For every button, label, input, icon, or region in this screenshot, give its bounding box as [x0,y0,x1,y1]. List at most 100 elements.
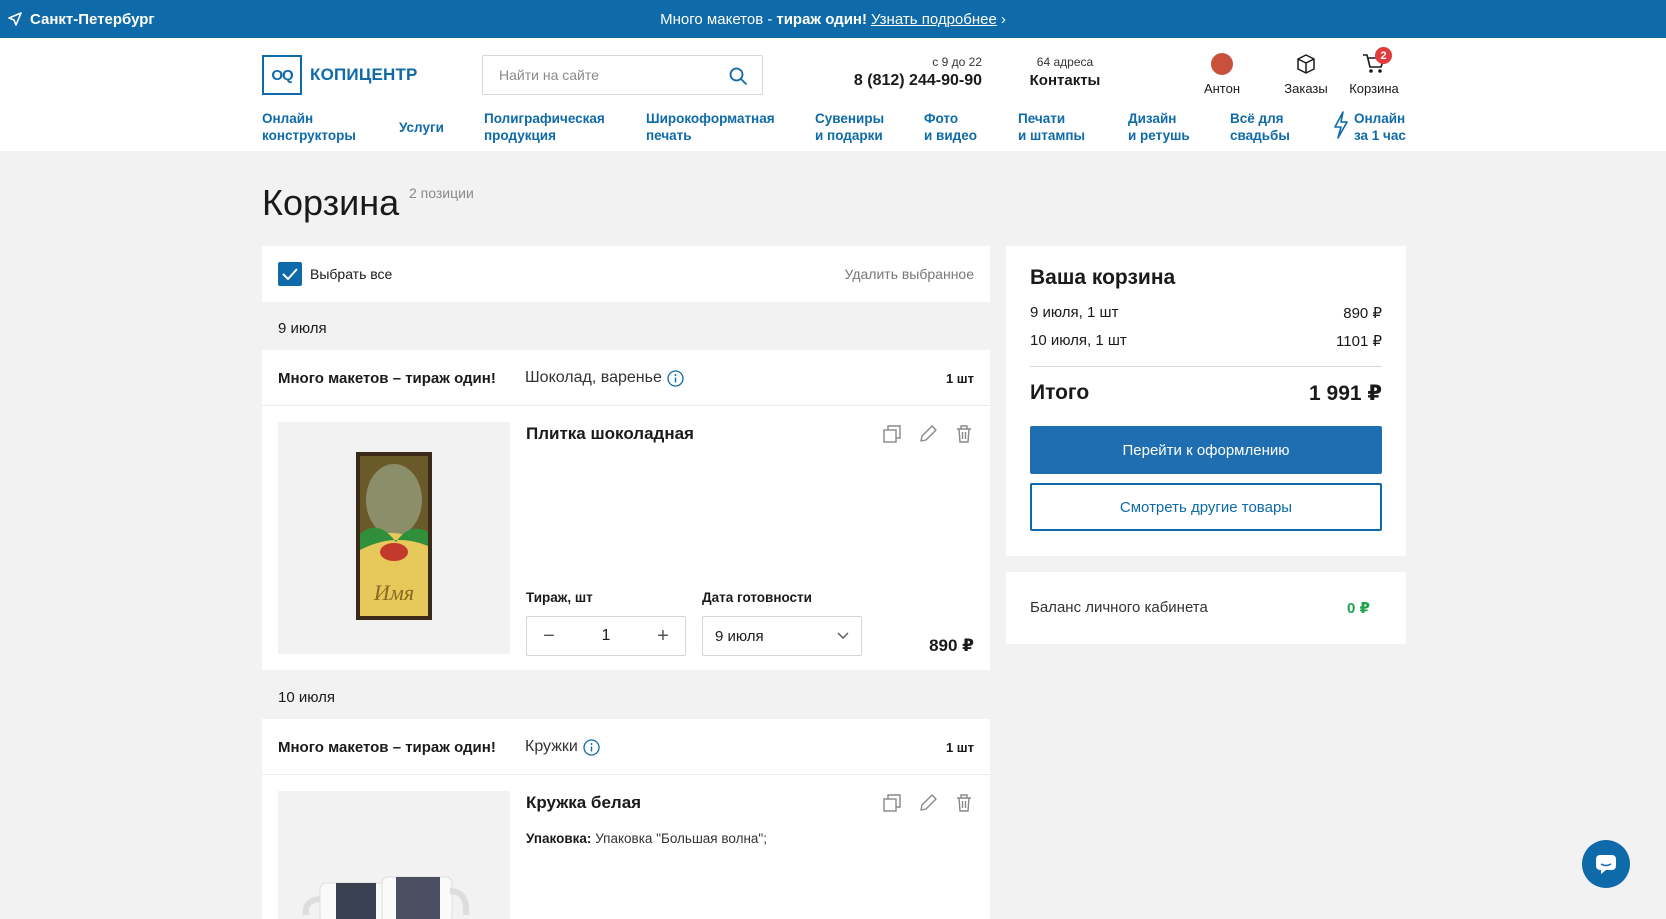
product-group-header: Много макетов – тираж один! Кружки 1 шт [262,719,990,775]
item-actions [882,793,974,813]
ready-date-value: 9 июля [715,627,764,645]
edit-icon[interactable] [918,793,938,813]
select-all-label[interactable]: Выбрать все [310,266,392,282]
product-name[interactable]: Плитка шоколадная [526,424,694,444]
group-quantity: 1 шт [945,740,974,755]
group-quantity: 1 шт [945,371,974,386]
copy-icon[interactable] [882,424,902,444]
checkout-button[interactable]: Перейти к оформлению [1030,426,1382,474]
nav-item-online-1h[interactable]: Онлайн за 1 час [1332,110,1406,144]
promo-text: Много макетов - [660,10,773,28]
nav-item-souvenirs[interactable]: Сувениры и подарки [815,110,884,144]
category-name: Кружки [525,738,578,755]
browse-products-button[interactable]: Смотреть другие товары [1030,483,1382,531]
packaging-label: Упаковка: [526,831,592,846]
nav-item-design[interactable]: Дизайн и ретушь [1128,110,1190,144]
item-actions [882,424,974,444]
nav-item-photo-video[interactable]: Фото и видео [924,110,977,144]
search-input[interactable] [499,56,729,94]
product-name[interactable]: Кружка белая [526,793,641,813]
nav-item-online-constructors[interactable]: Онлайн конструкторы [262,110,356,144]
select-all-bar: Выбрать все Удалить выбранное [262,246,990,302]
cart-link[interactable]: 2 Корзина [1344,47,1404,96]
items-count: 2 позиции [409,185,474,201]
summary-row-value: 890 ₽ [1343,305,1382,322]
box-icon [1297,54,1315,74]
promo-link[interactable]: Узнать подробнее [871,11,997,28]
chevron-right-icon: › [1000,10,1006,28]
summary-title: Ваша корзина [1030,266,1176,289]
promo-bold: тираж один! [776,10,867,28]
account-balance: Баланс личного кабинета 0 ₽ [1006,572,1406,644]
group-date: 10 июля [278,689,336,706]
addresses-count: 64 адреса [1036,55,1094,69]
product-thumbnail[interactable]: Имя [278,422,510,654]
top-banner: Санкт-Петербург Много макетов - тираж од… [0,0,1666,38]
trash-icon[interactable] [954,424,974,444]
edit-icon[interactable] [918,424,938,444]
plus-icon[interactable]: + [653,625,673,648]
logo-text: КОПИЦЕНТР [310,65,418,84]
divider [1030,366,1382,367]
user-name: Антон [1203,81,1241,96]
nav-item-wide-format[interactable]: Широкоформатная печать [646,110,775,144]
mug-image [302,876,470,919]
delete-selected-button[interactable]: Удалить выбранное [845,266,974,282]
orders-link[interactable]: Заказы [1276,52,1336,96]
site-header: OQ КОПИЦЕНТР с 9 до 22 8 (812) 244-90-90… [0,38,1666,151]
nav-item-stamps[interactable]: Печати и штампы [1018,110,1085,144]
ready-date-select[interactable]: 9 июля [702,616,862,656]
category: Шоколад, варенье [525,369,684,387]
summary-row-label: 9 июля, 1 шт [1030,304,1119,321]
nav-item-wedding[interactable]: Всё для свадьбы [1230,110,1290,144]
total-label: Итого [1030,381,1090,404]
product-thumbnail[interactable] [278,791,510,919]
promo-label: Много макетов – тираж один! [278,370,496,387]
group-date: 9 июля [278,320,327,337]
quantity-label: Тираж, шт [526,590,593,605]
nav-item-polygraphy[interactable]: Полиграфическая продукция [484,110,605,144]
info-icon[interactable] [583,738,600,756]
summary-row-value: 1101 ₽ [1336,333,1382,350]
phone-number[interactable]: 8 (812) 244-90-90 [840,72,982,90]
phone-block: с 9 до 22 8 (812) 244-90-90 [840,55,982,90]
lightning-icon [1334,111,1348,139]
cart-item: Кружка белая Упаковка: Упаковка "Большая… [262,775,990,919]
logo[interactable]: OQ КОПИЦЕНТР [262,55,418,95]
summary-row: 9 июля, 1 шт 890 ₽ [1030,304,1382,322]
chevron-down-icon [837,632,849,639]
search-icon[interactable] [728,66,748,86]
total-row: Итого 1 991 ₽ [1030,381,1382,406]
cart-count-badge: 2 [1375,47,1392,64]
chat-button[interactable] [1582,840,1630,888]
item-price: 890 ₽ [929,636,974,655]
quantity-value[interactable]: 1 [602,627,611,645]
select-all-checkbox[interactable] [278,262,302,286]
svg-text:Имя: Имя [373,580,414,605]
ready-date-label: Дата готовности [702,590,812,605]
category-name: Шоколад, варенье [525,369,662,386]
cart-summary: Ваша корзина 9 июля, 1 шт 890 ₽ 10 июля,… [1006,246,1406,556]
product-group-header: Много макетов – тираж один! Шоколад, вар… [262,350,990,406]
balance-value: 0 ₽ [1347,600,1370,617]
trash-icon[interactable] [954,793,974,813]
summary-row: 10 июля, 1 шт 1101 ₽ [1030,332,1382,350]
total-value: 1 991 ₽ [1309,382,1382,405]
user-profile[interactable]: Антон [1192,52,1252,96]
summary-row-label: 10 июля, 1 шт [1030,332,1127,349]
logo-mark: OQ [262,55,302,95]
copy-icon[interactable] [882,793,902,813]
nav-item-services[interactable]: Услуги [399,119,444,136]
minus-icon[interactable]: − [539,625,559,648]
work-hours: с 9 до 22 [932,55,982,69]
cart-item: Имя Плитка шоколадная Тираж, шт − 1 + Да… [262,406,990,670]
category: Кружки [525,738,600,756]
info-icon[interactable] [667,369,684,387]
contacts-link[interactable]: Контакты [1020,72,1110,89]
avatar [1211,53,1233,75]
promo-label: Много макетов – тираж один! [278,739,496,756]
chat-icon [1596,855,1616,874]
quantity-stepper: − 1 + [526,616,686,656]
check-icon [282,268,298,280]
contacts-block[interactable]: 64 адреса Контакты [1020,55,1110,89]
